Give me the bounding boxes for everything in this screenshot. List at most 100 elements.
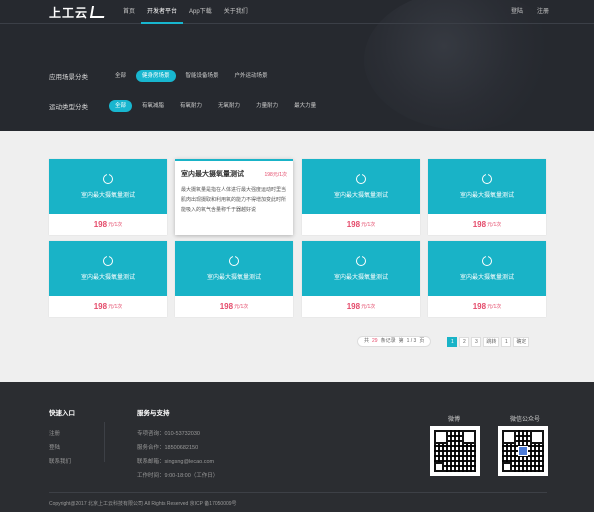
filter-option-sport-fatburn[interactable]: 有氧减脂 bbox=[136, 100, 170, 112]
pagination-page-suffix: 页 bbox=[419, 338, 425, 344]
copyright: Copyright@2017 北京上工云科技有限公司 All Rights Re… bbox=[49, 501, 237, 507]
nav-auth: 登陆 注册 bbox=[511, 0, 549, 24]
filter-option-sport-anaerobic[interactable]: 无氧耐力 bbox=[212, 100, 246, 112]
card-price-unit: 元/1次 bbox=[108, 304, 123, 310]
logo[interactable]: 上工云 bbox=[49, 4, 107, 20]
nav-link-developer[interactable]: 开发者平台 bbox=[141, 0, 184, 24]
card-description: 最大摄氧量是指在人体进行最大强度运动时里当肌肉出现摄取和利用氧的能力不得增加变此… bbox=[181, 187, 287, 213]
card-banner: 室内最大摄氧量测试 bbox=[428, 159, 546, 214]
test-card[interactable]: 室内最大摄氧量测试 198 元/1次 bbox=[428, 159, 546, 235]
hero-header: 上工云 首页 开发者平台 App下载 关于我们 登陆 注册 应用场景分类 全部 … bbox=[0, 0, 594, 131]
card-price-unit: 元/1次 bbox=[487, 304, 502, 310]
card-price: 198 bbox=[472, 220, 487, 229]
test-card[interactable]: 室内最大摄氧量测试 198 元/1次 bbox=[302, 241, 420, 317]
page-button-3[interactable]: 3 bbox=[471, 336, 482, 347]
card-banner: 室内最大摄氧量测试 bbox=[49, 241, 167, 296]
card-price-unit: 元/1次 bbox=[234, 304, 249, 310]
pagination-page-info: 1 / 3 bbox=[406, 338, 417, 344]
card-title: 室内最大摄氧量测试 bbox=[181, 171, 244, 178]
card-price-unit: 元/1次 bbox=[108, 222, 123, 228]
footer-link-register[interactable]: 注册 bbox=[49, 427, 75, 441]
card-price: 198元/1次 bbox=[264, 171, 287, 178]
pagination-total-suffix: 条记录 bbox=[380, 338, 396, 344]
power-icon bbox=[103, 172, 113, 184]
card-price-unit: 元/1次 bbox=[361, 304, 376, 310]
card-banner: 室内最大摄氧量测试 bbox=[302, 159, 420, 214]
filter-option-sport-all[interactable]: 全部 bbox=[109, 100, 133, 112]
footer-quick-links: 快速入口 注册 登陆 联系我们 bbox=[49, 407, 75, 469]
page-button-1[interactable]: 1 bbox=[447, 336, 458, 347]
card-title: 室内最大摄氧量测试 bbox=[459, 275, 514, 281]
jump-page-input[interactable]: 1 bbox=[501, 336, 512, 347]
card-price-unit: 元/1次 bbox=[361, 222, 376, 228]
test-card[interactable]: 室内最大摄氧量测试 198 元/1次 bbox=[428, 241, 546, 317]
footer-service-item: 联系邮箱：singsng@lecao.com bbox=[137, 459, 215, 465]
card-price-row: 198 元/1次 bbox=[428, 214, 546, 235]
filter-option-sport-max-strength[interactable]: 最大力量 bbox=[288, 100, 322, 112]
login-link[interactable]: 登陆 bbox=[511, 0, 523, 24]
footer-service: 服务与支持 专项咨询：010-53732030 服务合作：18500682150… bbox=[137, 407, 218, 483]
test-card[interactable]: 室内最大摄氧量测试 198 元/1次 bbox=[302, 159, 420, 235]
qr-code-official-account bbox=[498, 426, 548, 476]
card-banner: 室内最大摄氧量测试 bbox=[175, 241, 293, 296]
nav-links: 首页 开发者平台 App下载 关于我们 bbox=[117, 0, 254, 24]
qr-official-label: 微信公众号 bbox=[510, 417, 541, 423]
test-card-expanded[interactable]: 室内最大摄氧量测试 198元/1次 最大摄氧量是指在人体进行最大强度运动时里当肌… bbox=[175, 159, 293, 235]
pagination: 共 29 条记录 第 1 / 3 页 1 2 3 跳转 1 确定 bbox=[357, 336, 530, 347]
power-icon bbox=[229, 254, 239, 266]
card-price: 198 bbox=[93, 302, 108, 311]
nav-link-about[interactable]: 关于我们 bbox=[218, 0, 254, 24]
register-link[interactable]: 注册 bbox=[537, 0, 549, 24]
jump-button[interactable]: 跳转 bbox=[483, 336, 500, 347]
card-banner: 室内最大摄氧量测试 bbox=[302, 241, 420, 296]
card-title: 室内最大摄氧量测试 bbox=[333, 193, 388, 199]
power-icon bbox=[482, 254, 492, 266]
test-card[interactable]: 室内最大摄氧量测试 198 元/1次 bbox=[175, 241, 293, 317]
filter-option-scene-all[interactable]: 全部 bbox=[109, 70, 132, 82]
filter-row-sport: 运动类型分类 全部 有氧减脂 有氧耐力 无氧耐力 力量耐力 最大力量 bbox=[49, 100, 326, 112]
footer-service-item: 专项咨询：010-53732030 bbox=[137, 431, 200, 437]
power-icon bbox=[482, 172, 492, 184]
card-title: 室内最大摄氧量测试 bbox=[80, 275, 135, 281]
filter-panel: 应用场景分类 全部 健身房场景 智能设备场景 户外运动场景 运动类型分类 全部 … bbox=[49, 70, 326, 130]
card-price: 198 bbox=[472, 302, 487, 311]
card-price-unit: 元/1次 bbox=[487, 222, 502, 228]
logo-mark-icon bbox=[89, 6, 107, 18]
qr-code-weibo bbox=[430, 426, 480, 476]
card-price-row: 198 元/1次 bbox=[302, 296, 420, 317]
card-banner: 室内最大摄氧量测试 bbox=[49, 159, 167, 214]
power-icon bbox=[103, 254, 113, 266]
card-banner: 室内最大摄氧量测试 bbox=[428, 241, 546, 296]
test-card[interactable]: 室内最大摄氧量测试 198 元/1次 bbox=[49, 159, 167, 235]
qr-weibo-label: 微博 bbox=[448, 417, 461, 423]
card-title: 室内最大摄氧量测试 bbox=[333, 275, 388, 281]
footer: 快速入口 注册 登陆 联系我们 服务与支持 专项咨询：010-53732030 … bbox=[0, 382, 594, 512]
footer-service-title: 服务与支持 bbox=[137, 410, 170, 417]
card-title: 室内最大摄氧量测试 bbox=[206, 275, 261, 281]
filter-label-scene: 应用场景分类 bbox=[49, 74, 88, 81]
nav-link-home[interactable]: 首页 bbox=[117, 0, 141, 24]
nav-link-app[interactable]: App下载 bbox=[183, 0, 218, 24]
card-title: 室内最大摄氧量测试 bbox=[459, 193, 514, 199]
card-price-row: 198 元/1次 bbox=[428, 296, 546, 317]
filter-option-sport-aerobic[interactable]: 有氧耐力 bbox=[174, 100, 208, 112]
pagination-buttons: 1 2 3 跳转 1 确定 bbox=[447, 336, 530, 347]
filter-option-scene-device[interactable]: 智能设备场景 bbox=[180, 70, 225, 82]
wechat-logo-icon bbox=[518, 446, 528, 456]
filter-option-scene-outdoor[interactable]: 户外运动场景 bbox=[229, 70, 274, 82]
card-price-row: 198 元/1次 bbox=[302, 214, 420, 235]
power-icon bbox=[356, 172, 366, 184]
pagination-total: 29 bbox=[372, 338, 378, 344]
confirm-button[interactable]: 确定 bbox=[513, 336, 530, 347]
footer-link-login[interactable]: 登陆 bbox=[49, 441, 75, 455]
test-card[interactable]: 室内最大摄氧量测试 198 元/1次 bbox=[49, 241, 167, 317]
card-price: 198 bbox=[219, 302, 234, 311]
card-expanded-header: 室内最大摄氧量测试 198元/1次 bbox=[175, 161, 293, 185]
filter-option-sport-strength-endurance[interactable]: 力量耐力 bbox=[250, 100, 284, 112]
card-price-row: 198 元/1次 bbox=[49, 296, 167, 317]
page-button-2[interactable]: 2 bbox=[459, 336, 470, 347]
card-price: 198 bbox=[346, 302, 361, 311]
card-price-row: 198 元/1次 bbox=[175, 296, 293, 317]
footer-link-contact[interactable]: 联系我们 bbox=[49, 455, 75, 469]
filter-option-scene-gym[interactable]: 健身房场景 bbox=[136, 70, 176, 82]
